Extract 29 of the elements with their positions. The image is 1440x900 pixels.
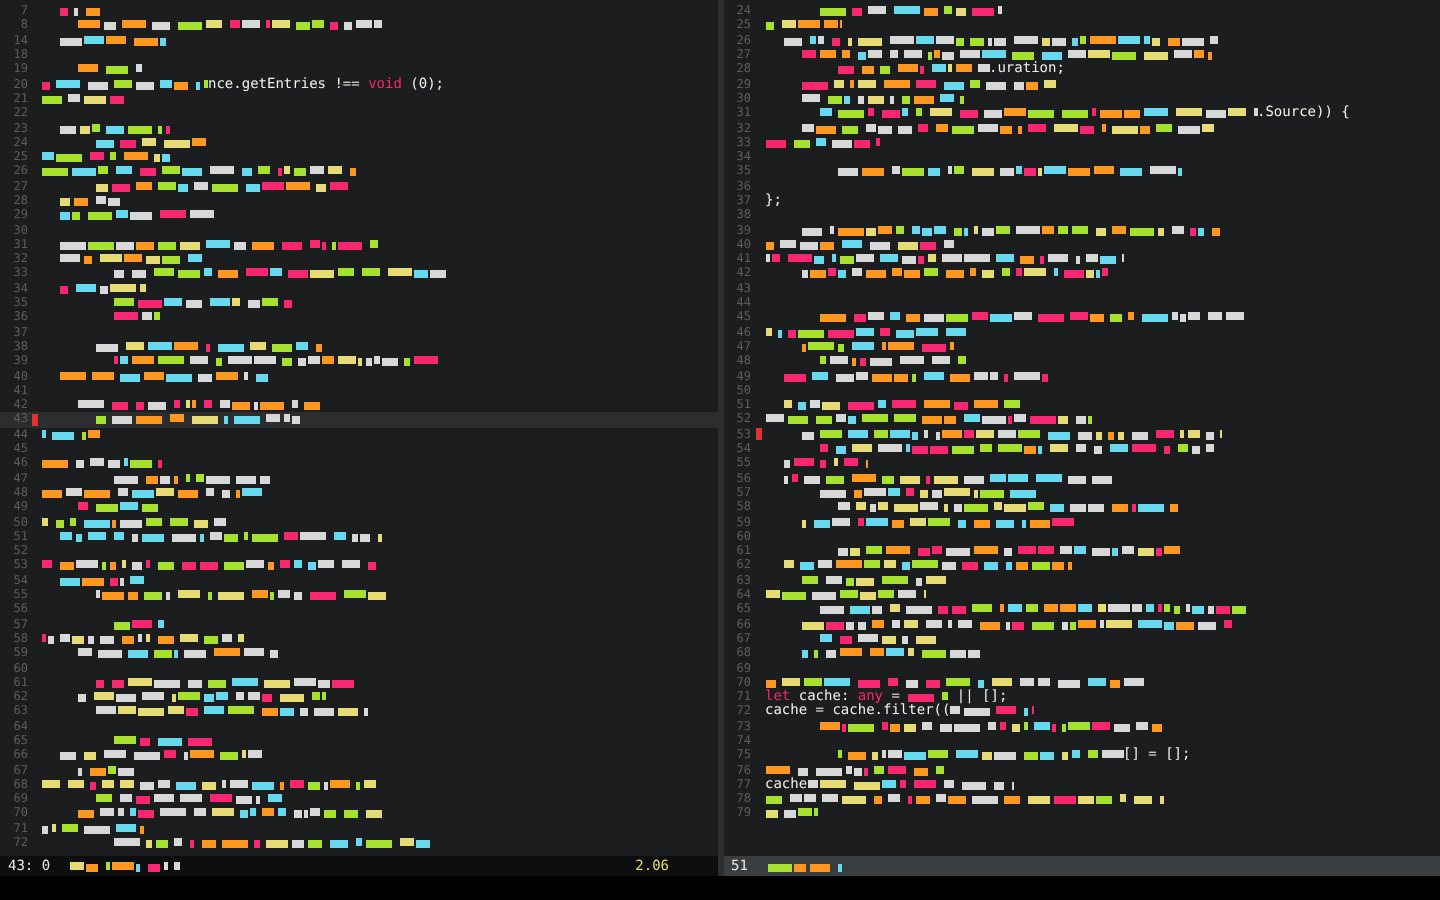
obscured-code-drawing — [78, 64, 142, 75]
obscured-code-drawing — [114, 312, 160, 323]
obscured-code-drawing — [78, 765, 136, 776]
obscured-code-drawing — [60, 254, 204, 265]
obscured-status-drawing — [767, 861, 842, 871]
obscured-code-drawing — [42, 152, 170, 163]
obscured-code-drawing — [42, 429, 100, 440]
obscured-code-drawing — [60, 35, 166, 46]
obscured-code-drawing — [114, 735, 212, 746]
obscured-code-drawing — [765, 808, 817, 819]
obscured-code-drawing — [801, 575, 945, 586]
obscured-code-drawing — [950, 706, 1035, 717]
obscured-code-drawing — [60, 6, 100, 17]
obscured-code-drawing — [783, 458, 867, 469]
obscured-code-drawing — [78, 502, 158, 513]
obscured-code-drawing — [819, 633, 935, 644]
obscured-code-drawing — [60, 283, 146, 294]
obscured-code-drawing — [96, 137, 212, 148]
obscured-code-drawing — [908, 692, 949, 703]
obscured-code-drawing — [765, 137, 879, 148]
obscured-code-drawing — [60, 196, 120, 206]
obscured-code-drawing — [42, 93, 124, 104]
obscured-code-drawing — [765, 20, 841, 31]
obscured-code-drawing — [114, 619, 164, 630]
obscured-status-drawing — [70, 861, 181, 871]
obscured-code-drawing — [60, 123, 170, 134]
obscured-code-drawing — [42, 458, 162, 469]
obscured-code-drawing — [60, 575, 144, 586]
obscured-code-drawing — [42, 823, 144, 834]
